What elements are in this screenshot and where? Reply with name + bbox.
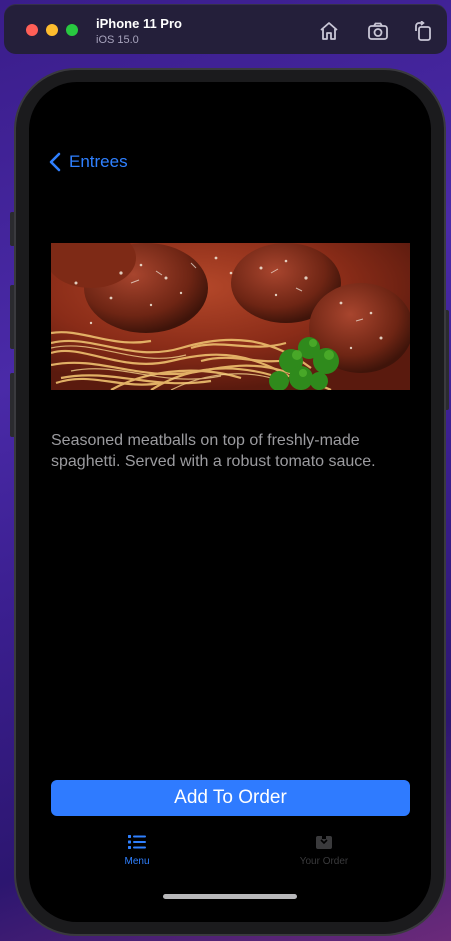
device-name: iPhone 11 Pro bbox=[96, 16, 182, 31]
tab-your-order[interactable]: Your Order bbox=[264, 834, 384, 874]
simulator-titlebar: iPhone 11 Pro iOS 15.0 bbox=[4, 4, 447, 54]
back-button-label: Entrees bbox=[69, 152, 128, 171]
chevron-left-icon bbox=[49, 152, 61, 172]
close-window-button[interactable] bbox=[26, 24, 38, 36]
order-tray-icon bbox=[316, 836, 332, 849]
phone-screen: Entrees Seasoned meatballs on top of fre… bbox=[29, 82, 431, 922]
screenshot-icon[interactable] bbox=[367, 21, 389, 41]
tab-menu[interactable]: Menu bbox=[77, 834, 197, 874]
tab-menu-label: Menu bbox=[124, 856, 150, 867]
add-to-order-button[interactable]: Add To Order bbox=[51, 780, 410, 816]
tab-your-order-label: Your Order bbox=[299, 856, 349, 867]
back-button[interactable]: Entrees bbox=[49, 150, 128, 174]
minimize-window-button[interactable] bbox=[46, 24, 58, 36]
device-os-version: iOS 15.0 bbox=[96, 34, 139, 46]
dish-image bbox=[51, 243, 410, 390]
list-icon bbox=[128, 835, 146, 849]
zoom-window-button[interactable] bbox=[66, 24, 78, 36]
rotate-icon[interactable] bbox=[412, 20, 434, 41]
dish-description: Seasoned meatballs on top of freshly-mad… bbox=[51, 432, 376, 470]
home-icon[interactable] bbox=[318, 21, 340, 41]
home-indicator[interactable] bbox=[163, 894, 297, 899]
